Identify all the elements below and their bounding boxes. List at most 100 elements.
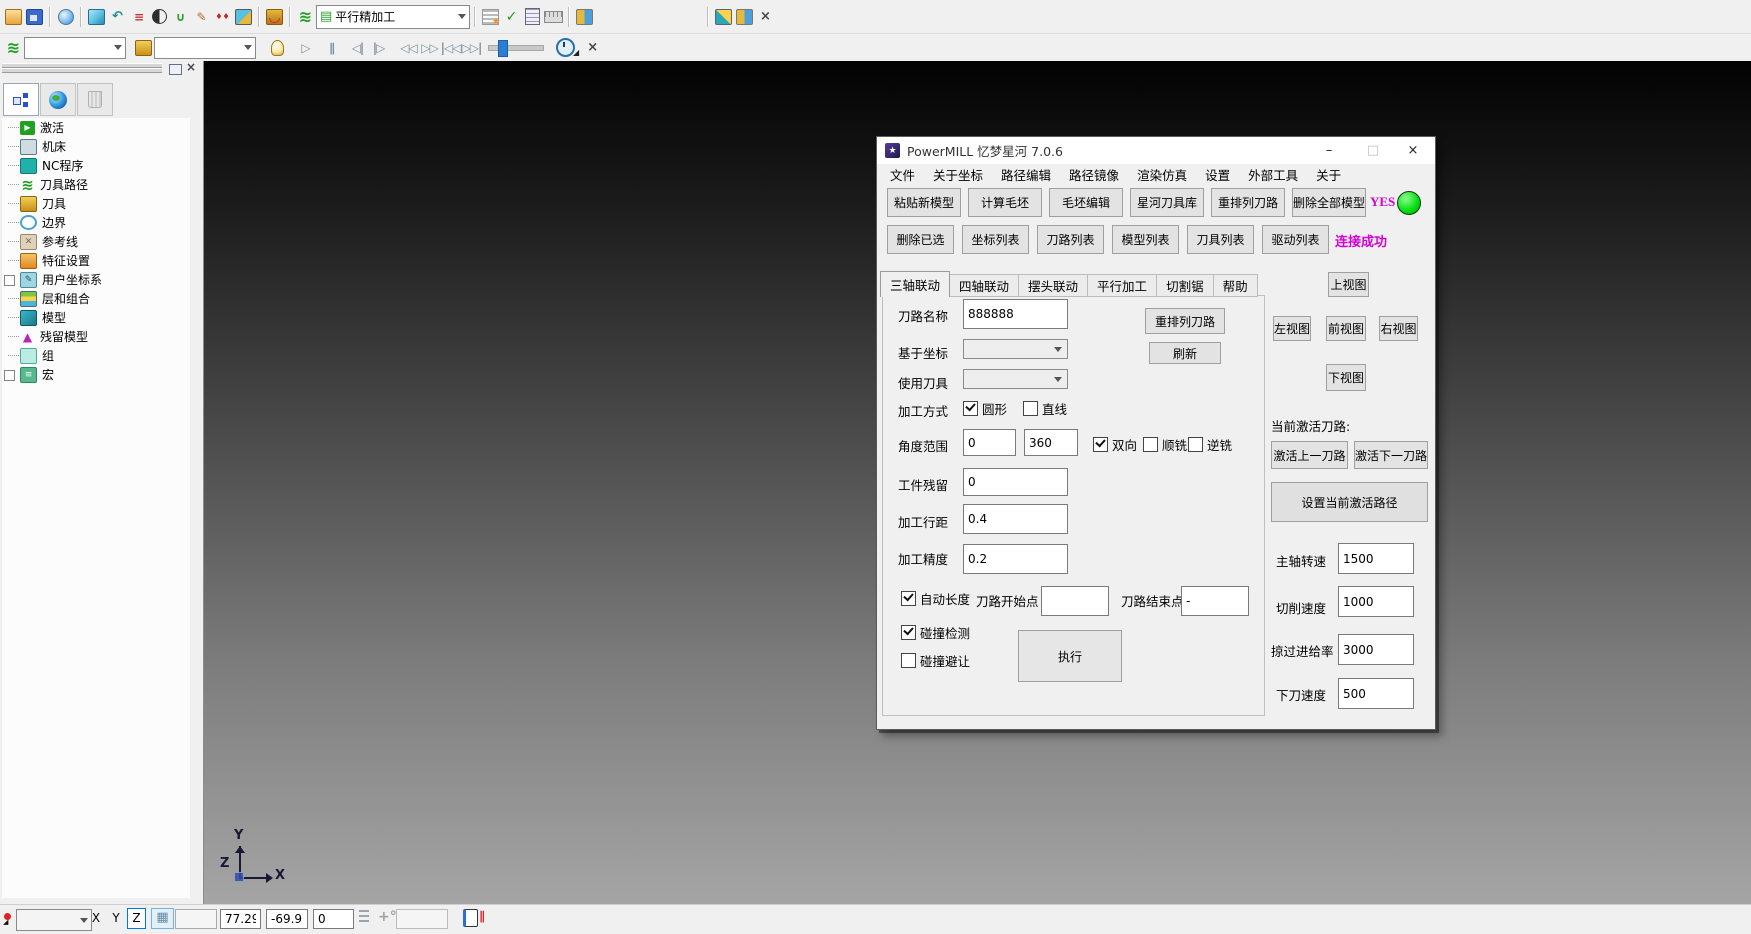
coord-y-input[interactable] — [266, 909, 308, 929]
tab-parallel[interactable]: 平行加工 — [1088, 274, 1157, 297]
tree-item-models[interactable]: 模型 — [2, 308, 190, 327]
open-file-icon[interactable] — [4, 7, 23, 27]
go-to-start-button[interactable]: |◁◁ — [441, 38, 460, 58]
sim-toolpath-combobox[interactable] — [24, 37, 126, 59]
method-circle-checkbox[interactable]: 圆形 — [963, 399, 1007, 418]
step-forward-button[interactable]: |▷ — [369, 38, 388, 58]
delete-selected-button[interactable]: 删除已选 — [887, 225, 954, 254]
plunge-feed-input[interactable] — [1338, 678, 1414, 709]
tolerance-input[interactable] — [963, 544, 1068, 574]
toolpath-favorite-icon[interactable] — [481, 7, 500, 27]
tree-item-macros[interactable]: ≡宏 — [2, 365, 190, 384]
tree-item-boundaries[interactable]: 边界 — [2, 213, 190, 232]
tolerance-field[interactable] — [396, 909, 448, 929]
chevron-down-icon[interactable] — [114, 45, 122, 54]
tree-item-groups[interactable]: 组 — [2, 346, 190, 365]
tree-item-levels[interactable]: 层和组合 — [2, 289, 190, 308]
slider-handle[interactable] — [498, 40, 508, 57]
menu-path-edit[interactable]: 路径编辑 — [992, 165, 1060, 184]
base-coord-combobox[interactable] — [963, 339, 1068, 359]
cubes-pair-icon[interactable] — [714, 7, 733, 27]
activate-prev-toolpath-button[interactable]: 激活上一刀路 — [1271, 441, 1348, 469]
use-tool-combobox[interactable] — [963, 369, 1068, 389]
sim-tool-combobox[interactable] — [154, 37, 256, 59]
tree-item-patterns[interactable]: ✕参考线 — [2, 232, 190, 251]
maximize-button[interactable]: □ — [1358, 137, 1388, 163]
menu-external-tools[interactable]: 外部工具 — [1239, 165, 1307, 184]
model-list-button[interactable]: 模型列表 — [1112, 225, 1179, 254]
model-drill-icon[interactable] — [234, 7, 253, 27]
sim-tool-icon[interactable] — [134, 38, 153, 58]
view-right-button[interactable]: 右视图 — [1379, 316, 1418, 341]
fast-forward-button[interactable]: ▷▷ — [420, 38, 439, 58]
angle-from-input[interactable] — [963, 429, 1016, 456]
toolpath-spring-icon[interactable]: ≋ — [4, 38, 23, 58]
angle-to-input[interactable] — [1024, 429, 1078, 456]
tree-item-feature-sets[interactable]: 特征设置 — [2, 251, 190, 270]
tab-saw[interactable]: 切割锯 — [1157, 274, 1214, 297]
grid-snap-button[interactable]: ▦ — [151, 908, 174, 929]
view-top-button[interactable]: 上视图 — [1328, 272, 1369, 297]
collision-check-icon[interactable]: ∪ — [171, 7, 190, 27]
tab-help[interactable]: 帮助 — [1214, 274, 1258, 297]
tree-item-activate[interactable]: ▶激活 — [2, 118, 190, 137]
tree-item-workplanes[interactable]: ✎用户坐标系 — [2, 270, 190, 289]
measure-ruler-icon[interactable] — [544, 7, 563, 27]
block-icon[interactable] — [87, 7, 106, 27]
tool-holder-icon[interactable] — [265, 7, 284, 27]
toolpath-edit-icon[interactable]: ≡ — [129, 7, 148, 27]
menu-file[interactable]: 文件 — [881, 165, 924, 184]
bidirectional-checkbox[interactable]: 双向 — [1093, 435, 1137, 454]
dialog-titlebar[interactable]: ★ PowerMILL 忆梦星河 7.0.6 — [877, 137, 1435, 164]
view-bottom-button[interactable]: 下视图 — [1326, 364, 1366, 391]
panel-tab-explorer[interactable] — [3, 83, 39, 116]
path-start-input[interactable] — [1041, 586, 1109, 616]
tab-3axis[interactable]: 三轴联动 — [880, 271, 950, 297]
refresh-button[interactable]: 刷新 — [1149, 342, 1221, 364]
menu-settings[interactable]: 设置 — [1196, 165, 1239, 184]
collision-check-checkbox[interactable]: 碰撞检测 — [901, 623, 970, 642]
menu-coords[interactable]: 关于坐标 — [924, 165, 992, 184]
delete-all-models-button[interactable]: 删除全部模型 — [1292, 188, 1366, 217]
menu-about[interactable]: 关于 — [1307, 165, 1350, 184]
toolpath-spring-icon[interactable]: ≋ — [296, 7, 315, 27]
stepover-input[interactable] — [963, 504, 1068, 534]
tree-item-machine[interactable]: 机床 — [2, 137, 190, 156]
block-edit-button[interactable]: 毛坯编辑 — [1049, 188, 1123, 217]
view-left-button[interactable]: 左视图 — [1273, 316, 1311, 341]
sim-speed-slider[interactable] — [488, 45, 544, 51]
calc-block-button[interactable]: 计算毛坯 — [968, 188, 1042, 217]
chevron-down-icon[interactable] — [458, 14, 466, 23]
coord-list-button[interactable]: 坐标列表 — [962, 225, 1029, 254]
tree-item-tools[interactable]: 刀具 — [2, 194, 190, 213]
execute-button[interactable]: 执行 — [1018, 630, 1122, 682]
expand-plus-icon[interactable] — [4, 275, 15, 286]
save-icon[interactable] — [25, 7, 44, 27]
tab-head-tilt[interactable]: 摆头联动 — [1019, 274, 1088, 297]
panel-grip-handle[interactable] — [2, 68, 162, 73]
set-active-path-button[interactable]: 设置当前激活路径 — [1271, 482, 1428, 522]
collision-avoid-checkbox[interactable]: 碰撞避让 — [901, 651, 970, 670]
tree-item-stock-models[interactable]: ▲残留模型 — [2, 327, 190, 346]
rearrange-button[interactable]: 重排列刀路 — [1145, 308, 1225, 334]
tab-4axis[interactable]: 四轴联动 — [950, 274, 1019, 297]
tool-library-button[interactable]: 星河刀具库 — [1130, 188, 1204, 217]
shade-lamp-icon[interactable] — [268, 38, 287, 58]
verify-toolpath-icon[interactable]: ✓ — [502, 7, 521, 27]
expand-plus-icon[interactable] — [4, 370, 15, 381]
calculator-icon[interactable] — [523, 7, 542, 27]
rewind-button[interactable]: ◁◁ — [399, 38, 418, 58]
play-button[interactable]: ▷ — [296, 38, 315, 58]
toolbar-close-button[interactable]: × — [583, 38, 602, 58]
panel-tab-world[interactable] — [40, 83, 76, 116]
chevron-down-icon[interactable] — [244, 45, 252, 54]
view-front-button[interactable]: 前视图 — [1326, 316, 1366, 341]
auto-length-checkbox[interactable]: 自动长度 — [901, 589, 970, 608]
coord-x-input[interactable] — [220, 909, 261, 929]
toolpath-list-button[interactable]: 刀路列表 — [1037, 225, 1104, 254]
tool-swap-icon[interactable] — [735, 7, 754, 27]
workplane-combobox[interactable] — [16, 909, 92, 931]
climb-mill-checkbox[interactable]: 顺铣 — [1143, 435, 1187, 454]
rearrange-toolpaths-button[interactable]: 重排列刀路 — [1211, 188, 1285, 217]
step-back-button[interactable]: ◁| — [348, 38, 367, 58]
